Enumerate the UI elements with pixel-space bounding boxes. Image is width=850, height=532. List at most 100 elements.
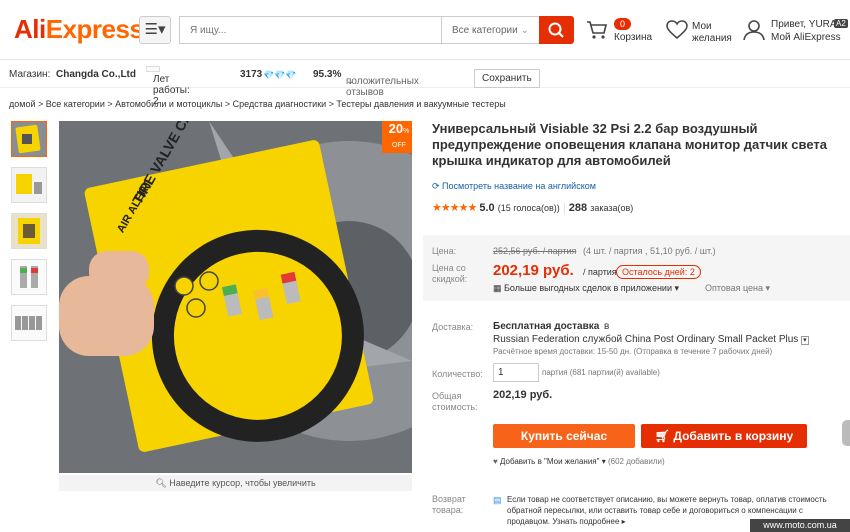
caret-down-icon: ▾ — [599, 457, 608, 466]
per-lot-label: / партия — [583, 267, 617, 277]
store-name-link[interactable]: Changda Co.,Ltd — [56, 69, 136, 80]
search-input[interactable] — [179, 16, 441, 44]
thumbnail-image — [12, 168, 46, 202]
gallery-thumbnail[interactable] — [11, 305, 47, 341]
user-level-badge: A2 — [834, 19, 848, 28]
old-price-note: (4 шт. / партия , 51,10 руб. / шт.) — [583, 246, 716, 256]
shipping-route-text: Russian Federation службой China Post Or… — [493, 334, 799, 345]
quantity-label: Количество: — [432, 369, 483, 379]
returns-icon: ▤ — [493, 495, 502, 505]
shipping-route-select[interactable]: Russian Federation службой China Post Or… — [493, 334, 809, 345]
rating-row: ★★★★★ 5.0 (15 голоса(ов)) | 288 заказа(о… — [432, 201, 633, 214]
total-value: 202,19 руб. — [493, 389, 553, 401]
dropdown-dot-icon: . — [153, 74, 156, 85]
magnifier-icon: 🔍︎ — [155, 478, 170, 488]
shipping-label: Доставка: — [432, 322, 474, 332]
search-button[interactable] — [539, 16, 574, 44]
cart-icon[interactable] — [586, 20, 608, 40]
wishlist-text: Добавить в "Мои желания" — [499, 457, 600, 466]
orders-count: 288 — [568, 202, 588, 214]
gallery-thumbnail[interactable] — [11, 259, 47, 295]
price-label: Цена: — [432, 246, 457, 256]
dropdown-arrow-icon: ▾ — [801, 336, 809, 345]
search-icon — [548, 22, 564, 38]
gallery-thumbnail[interactable] — [11, 213, 47, 249]
breadcrumb[interactable]: домой > Все категории > Автомобили и мот… — [9, 99, 506, 109]
store-label: Магазин: — [9, 69, 51, 80]
thumbnail-image — [12, 214, 46, 248]
category-select-value: Все категории — [452, 25, 518, 36]
logo-part-ali: Ali — [14, 14, 46, 44]
star-rating-icon: ★★★★★ — [432, 202, 477, 214]
returns-label: Возврат товара: — [432, 494, 466, 515]
translate-link-text: Посмотреть название на английском — [442, 181, 596, 191]
days-left-badge: Осталось дней: 2 — [616, 265, 701, 279]
thumbnail-image — [12, 306, 46, 340]
aliexpress-logo[interactable]: AliExpress® — [14, 14, 149, 45]
my-aliexpress-link[interactable]: Мой AliExpress — [771, 32, 841, 43]
discount-unit: % — [403, 128, 410, 135]
product-photo — [59, 121, 412, 473]
cart-plus-icon: 🛒︎ — [654, 429, 674, 443]
price-box: Цена: 252,56 руб. / партия (4 шт. / парт… — [423, 235, 850, 301]
logo-part-express: Express — [45, 14, 144, 44]
discount-price-label: Цена со скидкой: — [432, 263, 468, 284]
discount-percent: 20 — [388, 121, 404, 136]
returns-more-link[interactable]: Узнать подробнее — [552, 517, 619, 526]
chevron-down-icon: ⌄ — [346, 76, 355, 87]
thumbnail-image — [12, 260, 46, 294]
wishlist-link[interactable]: Мои желания — [692, 21, 742, 45]
gallery-thumbnail[interactable] — [11, 167, 47, 203]
orders-label: заказа(ов) — [590, 203, 634, 213]
discount-off: OFF — [392, 142, 406, 149]
quantity-input[interactable] — [493, 363, 539, 382]
store-years-badge: Лет работы: 2 . — [146, 66, 190, 107]
watermark: www.moto.com.ua — [750, 519, 850, 532]
user-greeting[interactable]: Привет, YURA — [771, 19, 837, 30]
hamburger-icon: ☰▾ — [144, 21, 166, 38]
gallery-thumbnail[interactable] — [11, 121, 47, 157]
feedback-label: положительных отзывов — [346, 76, 419, 98]
cart-count-badge: 0 — [614, 18, 632, 30]
wholesale-price-dropdown[interactable]: Оптовая цена ▾ — [705, 283, 770, 294]
delivery-estimate: Расчётное время доставки: 15-50 дн. (Отп… — [493, 347, 773, 356]
user-icon[interactable] — [743, 19, 765, 41]
translate-icon: ⟳ — [432, 181, 443, 191]
votes-link[interactable]: (15 голоса(ов)) — [498, 203, 560, 213]
wholesale-text: Оптовая цена — [705, 283, 763, 293]
categories-menu-button[interactable]: ☰▾ — [139, 16, 171, 44]
product-title: Универсальный Visiable 32 Psi 2.2 бар во… — [432, 121, 827, 168]
diamond-rank-icon: 💎💎💎 — [263, 70, 297, 80]
old-price: 252,56 руб. / партия — [493, 246, 577, 256]
category-select[interactable]: Все категории ⌄ — [441, 16, 539, 44]
heart-icon: ♥ — [493, 457, 500, 466]
discount-price: 202,19 руб. — [493, 262, 574, 279]
thumbnail-image — [12, 122, 46, 156]
qr-code-icon: ▦ — [493, 283, 505, 293]
zoom-hint: 🔍︎ Наведите курсор, чтобы увеличить — [59, 475, 412, 491]
top-header: AliExpress® ☰▾ Все категории⌄ 0 Корзина … — [0, 0, 850, 60]
zoom-hint-text: Наведите курсор, чтобы увеличить — [169, 478, 316, 488]
caret-down-icon: ▾ — [763, 283, 771, 293]
side-scroll-tab[interactable] — [842, 420, 850, 446]
chevron-down-icon: ⌄ — [520, 25, 529, 36]
app-deals-text: Больше выгодных сделок в приложении — [504, 283, 672, 293]
add-to-wishlist-link[interactable]: ♥ Добавить в "Мои желания" ▾ (602 добави… — [493, 457, 665, 466]
app-deals-link[interactable]: ▦ Больше выгодных сделок в приложении ▾ — [493, 283, 679, 294]
store-score: 3173 — [240, 69, 263, 80]
shipping-to: в — [604, 321, 610, 332]
total-label: Общая стоимость: — [432, 391, 478, 412]
save-store-button[interactable]: Сохранить — [474, 69, 540, 88]
rating-value: 5.0 — [479, 202, 495, 214]
main-product-image[interactable]: TIRE VALVE CAP AIR ALERT 20% OFF — [59, 121, 412, 473]
buy-now-button[interactable]: Купить сейчас — [493, 424, 635, 448]
caret-down-icon: ▾ — [671, 283, 680, 293]
discount-badge: 20% OFF — [382, 121, 412, 153]
caret-right-icon: ▸ — [619, 517, 626, 526]
cart-link[interactable]: Корзина — [614, 32, 652, 43]
add-to-cart-button[interactable]: 🛒︎ Добавить в корзину — [641, 424, 807, 448]
wishlist-count: (602 добавили) — [607, 457, 665, 466]
add-to-cart-label: Добавить в корзину — [673, 429, 794, 443]
heart-icon[interactable] — [666, 20, 688, 40]
translate-link[interactable]: ⟳ Посмотреть название на английском — [432, 181, 596, 192]
